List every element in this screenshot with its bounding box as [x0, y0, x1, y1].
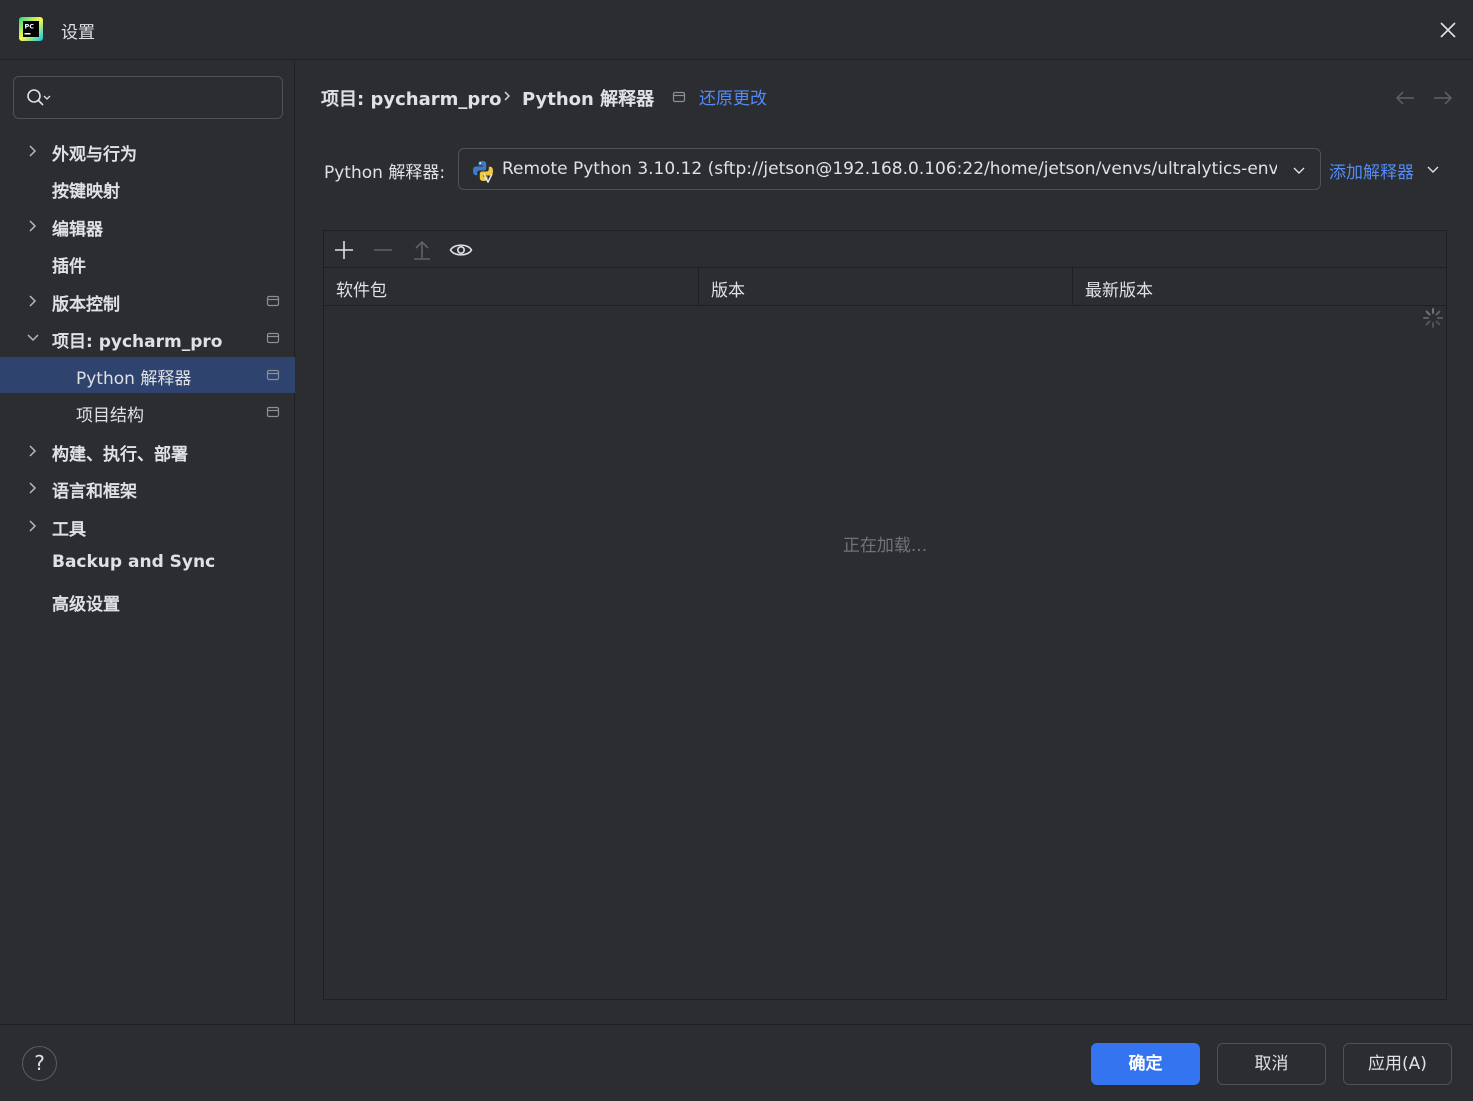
settings-search[interactable] — [13, 76, 283, 119]
revert-changes-link[interactable]: 还原更改 — [699, 84, 767, 109]
loading-text: 正在加载... — [842, 536, 928, 556]
sidebar-item-label: 项目: pycharm_pro — [52, 332, 223, 352]
upgrade-arrow-icon[interactable] — [410, 238, 434, 262]
pycharm-logo-icon: PC — [19, 17, 43, 41]
sidebar-item-project-structure[interactable]: 项目结构 — [0, 394, 295, 430]
sidebar-item-label: 语言和框架 — [52, 482, 137, 502]
sidebar-item-label: Python 解释器 — [76, 369, 192, 389]
sidebar-item-advanced[interactable]: 高级设置 — [0, 583, 295, 619]
sidebar-item-tools[interactable]: 工具 — [0, 508, 295, 544]
sidebar-item-label: 工具 — [52, 520, 86, 540]
sidebar-item-languages[interactable]: 语言和框架 — [0, 470, 295, 506]
chevron-down-icon — [1293, 167, 1305, 174]
settings-sidebar: 外观与行为 按键映射 编辑器 插件 版本控制 项目: pycharm_pro P… — [0, 61, 295, 1024]
packages-toolbar — [324, 231, 1446, 268]
chevron-right-icon — [29, 520, 37, 532]
sidebar-item-keymap[interactable]: 按键映射 — [0, 170, 295, 206]
column-header-package[interactable]: 软件包 — [324, 268, 699, 306]
sidebar-item-python-interpreter[interactable]: Python 解释器 — [0, 357, 295, 393]
chevron-right-icon — [29, 445, 37, 457]
sidebar-item-label: 项目结构 — [76, 406, 144, 426]
column-header-latest-version[interactable]: 最新版本 — [1073, 268, 1446, 306]
sidebar-item-label: 构建、执行、部署 — [52, 445, 188, 465]
sidebar-item-label: 高级设置 — [52, 595, 120, 615]
sidebar-item-editor[interactable]: 编辑器 — [0, 208, 295, 244]
sidebar-item-build[interactable]: 构建、执行、部署 — [0, 433, 295, 469]
sidebar-item-label: 编辑器 — [52, 220, 103, 240]
loading-spinner-icon — [1423, 308, 1443, 328]
back-arrow-icon[interactable] — [1394, 89, 1416, 107]
project-scope-icon — [266, 369, 280, 381]
window-title: 设置 — [61, 23, 95, 43]
plus-icon[interactable] — [332, 238, 356, 262]
sidebar-item-backup-sync[interactable]: Backup and Sync — [0, 545, 295, 581]
chevron-right-icon — [29, 145, 37, 157]
project-scope-icon — [266, 332, 280, 344]
search-icon — [27, 89, 51, 106]
breadcrumb-page: Python 解释器 — [522, 89, 655, 110]
chevron-down-icon — [27, 334, 39, 342]
help-button[interactable]: ? — [22, 1046, 57, 1081]
apply-button[interactable]: 应用(A) — [1343, 1043, 1452, 1085]
chevron-down-icon[interactable] — [1426, 162, 1440, 176]
close-icon[interactable] — [1434, 16, 1462, 44]
python-remote-icon — [473, 161, 493, 183]
chevron-right-icon — [504, 91, 510, 101]
column-header-version[interactable]: 版本 — [699, 268, 1073, 306]
settings-content: 项目: pycharm_pro Python 解释器 还原更改 Python 解… — [296, 61, 1473, 1024]
project-scope-icon — [266, 406, 280, 418]
packages-panel: 软件包 版本 最新版本 正在加载... — [323, 230, 1447, 1000]
sidebar-item-label: Backup and Sync — [52, 552, 216, 572]
ok-button[interactable]: 确定 — [1091, 1043, 1200, 1085]
cancel-button[interactable]: 取消 — [1217, 1043, 1326, 1085]
chevron-right-icon — [29, 220, 37, 232]
sidebar-item-appearance[interactable]: 外观与行为 — [0, 133, 295, 169]
svg-text:PC: PC — [25, 23, 35, 31]
forward-arrow-icon[interactable] — [1432, 89, 1454, 107]
interpreter-dropdown[interactable]: Remote Python 3.10.12 (sftp://jetson@192… — [458, 148, 1321, 190]
project-scope-icon — [266, 295, 280, 307]
eye-icon[interactable] — [449, 238, 473, 262]
interpreter-label: Python 解释器: — [324, 163, 446, 183]
search-input[interactable] — [58, 85, 278, 111]
breadcrumb-project[interactable]: 项目: pycharm_pro — [321, 85, 501, 111]
chevron-right-icon — [29, 482, 37, 494]
sidebar-item-plugins[interactable]: 插件 — [0, 245, 295, 281]
minus-icon[interactable] — [371, 238, 395, 262]
sidebar-item-label: 按键映射 — [52, 182, 120, 202]
project-scope-icon — [672, 91, 686, 103]
sidebar-item-vcs[interactable]: 版本控制 — [0, 283, 295, 319]
sidebar-item-project[interactable]: 项目: pycharm_pro — [0, 320, 295, 356]
title-bar: PC 设置 — [0, 0, 1473, 60]
chevron-right-icon — [29, 295, 37, 307]
sidebar-item-label: 外观与行为 — [52, 145, 137, 165]
sidebar-item-label: 插件 — [52, 257, 86, 277]
add-interpreter-link[interactable]: 添加解释器 — [1329, 158, 1414, 183]
sidebar-item-label: 版本控制 — [52, 295, 120, 315]
dialog-footer: ? 确定 取消 应用(A) — [0, 1024, 1473, 1101]
interpreter-value: Remote Python 3.10.12 (sftp://jetson@192… — [502, 159, 1277, 179]
